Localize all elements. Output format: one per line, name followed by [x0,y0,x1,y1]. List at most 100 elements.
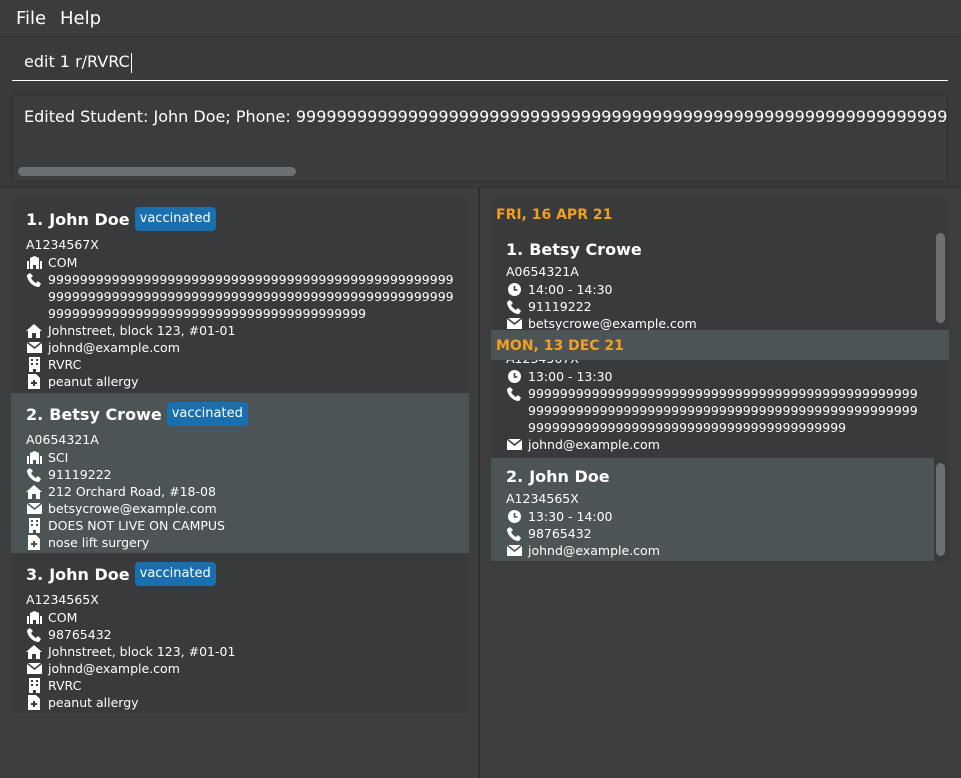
student-index: 2. [26,404,44,424]
appointment-phone: 9999999999999999999999999999999999999999… [528,386,918,435]
result-horizontal-scrollbar[interactable] [18,167,296,176]
appointment-index: 1. [506,239,524,259]
appointment-phone: 91119222 [528,299,592,314]
envelope-icon [26,500,42,517]
phone-icon [26,271,42,288]
vaccination-badge: vaccinated [166,402,248,426]
residence-building-icon [26,517,42,534]
menu-bar: File Help [0,0,961,37]
faculty-building-icon [26,449,42,466]
residence-building-icon [26,677,42,694]
student-index: 1. [26,209,44,229]
student-residence: RVRC [48,678,82,693]
schedule-panel: FRI, 16 APR 21 1. Betsy Crowe A0654321A … [481,188,961,778]
clock-icon [506,281,522,298]
student-index: 3. [26,564,44,584]
email-row: johnd@example.com [506,542,919,559]
command-area: edit 1 r/RVRC [0,37,961,88]
phone-row: 91119222 [26,466,454,483]
appointment-email: johnd@example.com [528,543,660,558]
medical-row: peanut allergy [26,373,454,390]
envelope-icon [26,339,42,356]
date-header: FRI, 16 APR 21 [496,207,613,223]
appointment-time: 13:30 - 14:00 [528,509,613,524]
student-card-header: 1. John Doe vaccinated [26,204,454,234]
student-card-header: 2. Betsy Crowe vaccinated [26,399,454,429]
student-email: johnd@example.com [48,661,180,676]
student-phone: 91119222 [48,467,112,482]
home-icon [26,483,42,500]
student-list-panel: 1. John Doe vaccinated A1234567X COM 999… [0,188,480,778]
home-icon [26,643,42,660]
faculty-building-icon [26,254,42,271]
email-row: johnd@example.com [506,436,919,453]
student-faculty: COM [48,255,78,270]
medical-file-icon [26,373,42,390]
student-card[interactable]: 1. John Doe vaccinated A1234567X COM 999… [11,198,469,393]
appointment-header: 1. Betsy Crowe [506,237,919,261]
command-input[interactable]: edit 1 r/RVRC [12,47,948,81]
appointment-card[interactable]: 1. Betsy Crowe A0654321A 14:00 - 14:30 9… [491,231,934,331]
appointment-card[interactable]: A1234567X 13:00 - 13:30 9999999999999999… [491,355,934,458]
student-address: 212 Orchard Road, #18-08 [48,484,216,499]
phone-icon [506,298,522,315]
appointment-phone: 98765432 [528,526,592,541]
student-address: Johnstreet, block 123, #01-01 [48,323,236,338]
student-email: betsycrowe@example.com [48,501,217,516]
faculty-row: SCI [26,449,454,466]
student-address: Johnstreet, block 123, #01-01 [48,644,236,659]
medical-file-icon [26,534,42,551]
student-matric-id: A1234567X [26,237,99,252]
home-icon [26,322,42,339]
student-medical: nose lift surgery [48,535,150,550]
group1-vertical-scrollbar[interactable] [936,233,945,323]
student-card[interactable]: 3. John Doe vaccinated A1234565X COM 987… [11,553,469,713]
text-caret [130,52,132,73]
phone-row: 9999999999999999999999999999999999999999… [506,385,919,436]
student-email: johnd@example.com [48,340,180,355]
address-row: Johnstreet, block 123, #01-01 [26,643,454,660]
residence-row: DOES NOT LIVE ON CAMPUS [26,517,454,534]
student-phone: 98765432 [48,627,112,642]
clock-icon [506,508,522,525]
vaccination-badge: vaccinated [134,207,216,231]
envelope-icon [26,660,42,677]
phone-row: 98765432 [506,525,919,542]
residence-row: RVRC [26,356,454,373]
time-row: 13:00 - 13:30 [506,368,919,385]
menu-help[interactable]: Help [60,8,101,29]
phone-icon [506,525,522,542]
student-medical: peanut allergy [48,695,139,710]
medical-row: nose lift surgery [26,534,454,551]
envelope-icon [506,436,522,453]
email-row: johnd@example.com [26,660,454,677]
phone-row: 9999999999999999999999999999999999999999… [26,271,454,322]
envelope-icon [506,542,522,559]
result-display[interactable]: Edited Student: John Doe; Phone: 9999999… [11,94,948,182]
residence-building-icon [26,356,42,373]
appointment-name: Betsy Crowe [529,239,642,259]
phone-row: 91119222 [506,298,919,315]
address-row: 212 Orchard Road, #18-08 [26,483,454,500]
student-name: John Doe [49,209,130,229]
phone-icon [26,466,42,483]
student-faculty: SCI [48,450,69,465]
clock-icon [506,368,522,385]
student-name: John Doe [49,564,130,584]
student-phone: 9999999999999999999999999999999999999999… [48,272,454,321]
email-row: betsycrowe@example.com [26,500,454,517]
residence-row: RVRC [26,677,454,694]
date-header: MON, 13 DEC 21 [496,338,624,354]
student-card[interactable]: 2. Betsy Crowe vaccinated A0654321A SCI … [11,393,469,553]
student-residence: DOES NOT LIVE ON CAMPUS [48,518,225,533]
student-matric-id: A1234565X [26,592,99,607]
appointment-card[interactable]: 2. John Doe A1234565X 13:30 - 14:00 9876… [491,458,934,561]
appointment-matric-id: A1234565X [506,491,579,506]
group2-vertical-scrollbar[interactable] [936,463,945,556]
menu-file[interactable]: File [16,8,46,29]
time-row: 14:00 - 14:30 [506,281,919,298]
result-area: Edited Student: John Doe; Phone: 9999999… [0,88,961,188]
time-row: 13:30 - 14:00 [506,508,919,525]
appointment-email: johnd@example.com [528,437,660,452]
faculty-building-icon [26,609,42,626]
